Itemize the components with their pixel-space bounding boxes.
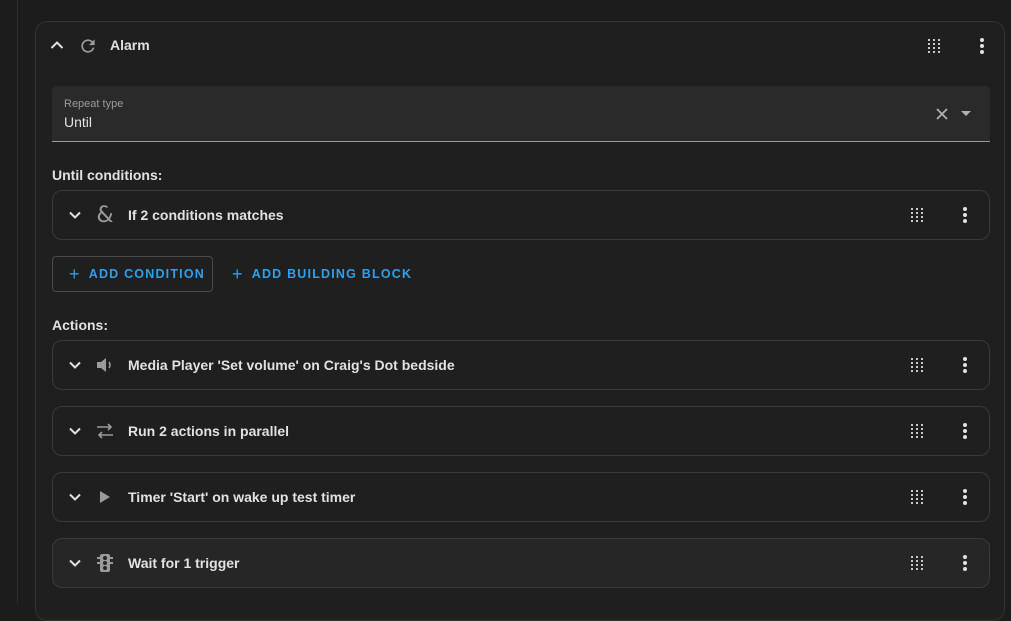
chevron-down-icon[interactable] xyxy=(63,203,87,227)
chevron-up-icon[interactable] xyxy=(46,34,68,56)
more-menu-icon[interactable] xyxy=(953,551,977,575)
more-menu-icon[interactable] xyxy=(970,34,994,58)
action-row[interactable]: Run 2 actions in parallel xyxy=(52,406,990,456)
repeat-type-value: Until xyxy=(64,114,93,130)
action-label: Wait for 1 trigger xyxy=(128,555,240,571)
add-condition-label: ADD CONDITION xyxy=(88,267,206,281)
add-condition-button[interactable]: + ADD CONDITION xyxy=(52,256,213,292)
parallel-arrows-icon xyxy=(93,419,117,443)
drag-handle-icon[interactable] xyxy=(905,419,929,443)
chevron-down-icon[interactable] xyxy=(63,353,87,377)
dropdown-arrow-icon[interactable] xyxy=(956,104,976,124)
plus-icon: + xyxy=(69,264,81,284)
condition-row[interactable]: & If 2 conditions matches xyxy=(52,190,990,240)
block-title: Alarm xyxy=(110,37,150,53)
repeat-type-select[interactable]: Repeat type Until xyxy=(52,86,990,142)
ampersand-icon: & xyxy=(96,202,114,228)
action-label: Run 2 actions in parallel xyxy=(128,423,290,439)
plus-icon: + xyxy=(232,264,244,284)
drag-handle-icon[interactable] xyxy=(905,485,929,509)
more-menu-icon[interactable] xyxy=(953,203,977,227)
add-building-block-button[interactable]: + ADD BUILDING BLOCK xyxy=(226,256,412,292)
drag-handle-icon[interactable] xyxy=(905,353,929,377)
refresh-icon xyxy=(76,34,100,58)
add-building-block-label: ADD BUILDING BLOCK xyxy=(251,267,413,281)
action-row[interactable]: Media Player 'Set volume' on Craig's Dot… xyxy=(52,340,990,390)
drag-handle-icon[interactable] xyxy=(922,34,946,58)
speaker-icon xyxy=(93,353,117,377)
repeat-type-label: Repeat type xyxy=(64,98,124,110)
drag-handle-icon[interactable] xyxy=(905,551,929,575)
action-label: Timer 'Start' on wake up test timer xyxy=(128,489,356,505)
more-menu-icon[interactable] xyxy=(953,353,977,377)
action-label: Media Player 'Set volume' on Craig's Dot… xyxy=(128,357,455,373)
condition-label: If 2 conditions matches xyxy=(128,207,284,223)
chevron-down-icon[interactable] xyxy=(63,551,87,575)
action-row[interactable]: Wait for 1 trigger xyxy=(52,538,990,588)
until-conditions-label: Until conditions: xyxy=(52,167,163,183)
clear-icon[interactable] xyxy=(932,104,952,124)
left-divider xyxy=(17,0,18,603)
drag-handle-icon[interactable] xyxy=(905,203,929,227)
traffic-light-icon xyxy=(93,551,117,575)
action-row[interactable]: Timer 'Start' on wake up test timer xyxy=(52,472,990,522)
chevron-down-icon[interactable] xyxy=(63,485,87,509)
more-menu-icon[interactable] xyxy=(953,419,977,443)
more-menu-icon[interactable] xyxy=(953,485,977,509)
actions-label: Actions: xyxy=(52,317,108,333)
play-icon xyxy=(93,485,117,509)
chevron-down-icon[interactable] xyxy=(63,419,87,443)
